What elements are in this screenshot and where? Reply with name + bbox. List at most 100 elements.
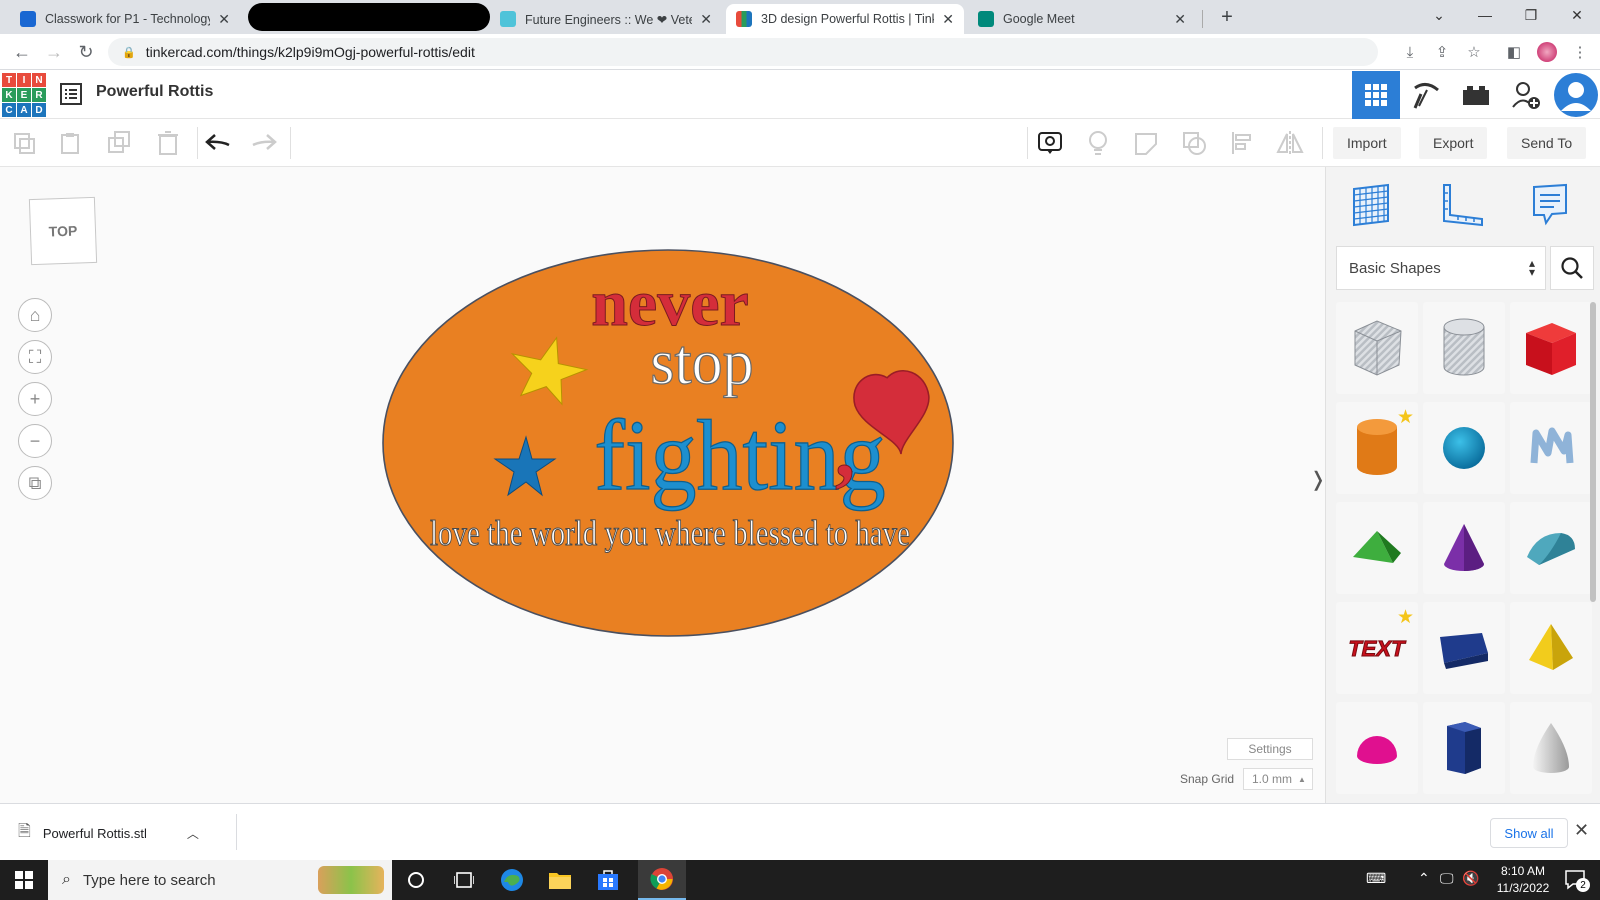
tab-tinkercad[interactable]: 3D design Powerful Rottis | Tinke ✕ (726, 4, 964, 34)
design-title[interactable]: Powerful Rottis (96, 83, 213, 101)
install-app-icon[interactable]: ⤓ (1400, 42, 1420, 62)
notes-speech-bubble-icon[interactable] (1034, 127, 1066, 159)
minimize-icon[interactable]: — (1462, 0, 1508, 30)
ortho-view-icon[interactable]: ⧉ (18, 466, 52, 500)
store-icon[interactable] (584, 860, 632, 900)
bookmark-star-icon[interactable]: ☆ (1464, 42, 1484, 62)
address-bar[interactable]: 🔒 tinkercad.com/things/k2lp9i9mOgj-power… (108, 38, 1378, 66)
close-window-icon[interactable]: ✕ (1554, 0, 1600, 30)
forward-arrow-icon[interactable]: → (42, 40, 66, 64)
share-icon[interactable]: ⇪ (1432, 42, 1452, 62)
system-clock[interactable]: 8:10 AM 11/3/2022 (1488, 863, 1558, 897)
shape-cylinder-hole[interactable] (1423, 302, 1505, 394)
workplane-grid-icon[interactable] (1348, 181, 1394, 227)
notifications-icon[interactable]: 2 (1564, 868, 1590, 892)
file-explorer-icon[interactable] (536, 860, 584, 900)
browser-menu-icon[interactable]: ⋮ (1570, 42, 1590, 62)
import-button[interactable]: Import (1333, 127, 1401, 159)
close-tab-icon[interactable]: ✕ (1174, 11, 1186, 28)
taskbar-search-box[interactable]: ⌕ Type here to search (48, 860, 392, 900)
home-view-icon[interactable]: ⌂ (18, 298, 52, 332)
view-cube[interactable]: TOP (28, 196, 98, 266)
duplicate-icon[interactable] (104, 127, 136, 159)
ungroup-shapes-icon[interactable] (1178, 127, 1210, 159)
show-all-button[interactable]: Show all (1490, 818, 1568, 848)
shape-box-hole[interactable] (1336, 302, 1418, 394)
shape-search-button[interactable] (1550, 246, 1594, 290)
undo-icon[interactable] (202, 127, 234, 159)
shape-paraboloid[interactable] (1510, 702, 1592, 794)
export-button[interactable]: Export (1419, 127, 1488, 159)
bricks-icon[interactable] (1452, 71, 1500, 119)
redo-icon[interactable] (248, 127, 280, 159)
shape-pyramid[interactable] (1510, 602, 1592, 694)
new-tab-plus-icon[interactable]: + (1214, 4, 1240, 30)
shape-text[interactable]: TEXT ★ (1336, 602, 1418, 694)
light-bulb-icon[interactable] (1082, 127, 1114, 159)
shape-cylinder[interactable]: ★ (1336, 402, 1418, 494)
pickaxe-icon[interactable] (1402, 71, 1450, 119)
network-icon[interactable]: 🖵 (1440, 870, 1454, 887)
shape-library-select[interactable]: Basic Shapes ▴ ▾ (1336, 246, 1546, 290)
timeline-icon[interactable] (440, 860, 488, 900)
close-tab-icon[interactable]: ✕ (942, 11, 954, 28)
design-model[interactable]: never stop fighting , love the world you… (380, 249, 960, 639)
volume-muted-icon[interactable]: 🔇 (1462, 870, 1479, 887)
notes-icon[interactable] (1528, 181, 1574, 227)
back-arrow-icon[interactable]: ← (10, 40, 34, 64)
mirror-flip-icon[interactable] (1274, 127, 1306, 159)
zoom-out-icon[interactable]: − (18, 424, 52, 458)
restore-icon[interactable]: ❐ (1508, 0, 1554, 30)
text-comma[interactable]: , (835, 407, 856, 496)
delete-trash-icon[interactable] (152, 127, 184, 159)
task-view-icon[interactable] (392, 860, 440, 900)
shape-polygon[interactable] (1423, 702, 1505, 794)
text-stop[interactable]: stop (650, 324, 755, 398)
design-list-icon[interactable] (60, 83, 82, 105)
chrome-browser-icon[interactable] (638, 860, 686, 900)
edge-browser-icon[interactable] (488, 860, 536, 900)
settings-button[interactable]: Settings (1227, 738, 1313, 760)
reload-icon[interactable]: ↻ (74, 40, 98, 64)
redacted-tab[interactable] (248, 3, 490, 31)
shape-cone[interactable] (1423, 502, 1505, 594)
paste-icon[interactable] (54, 127, 86, 159)
3d-design-grid-icon[interactable] (1352, 71, 1400, 119)
shape-round-roof[interactable] (1510, 502, 1592, 594)
side-panel-icon[interactable]: ◧ (1504, 42, 1524, 62)
send-to-button[interactable]: Send To (1507, 127, 1587, 159)
chevron-up-icon[interactable]: ︿ (187, 825, 199, 842)
close-tab-icon[interactable]: ✕ (218, 11, 230, 28)
shape-scribble[interactable] (1510, 402, 1592, 494)
invite-user-icon[interactable] (1502, 71, 1550, 119)
tab-google-meet[interactable]: Google Meet ✕ (968, 4, 1196, 34)
user-avatar-icon[interactable] (1552, 71, 1600, 119)
panel-scrollbar[interactable] (1590, 302, 1596, 602)
profile-avatar[interactable] (1537, 42, 1557, 62)
workplane-canvas[interactable]: TOP ⌂ ⛶ + − ⧉ never stop fighting , love… (0, 167, 1327, 803)
shape-box[interactable] (1510, 302, 1592, 394)
shape-sphere[interactable] (1423, 402, 1505, 494)
text-love-the-world[interactable]: love the world you where blessed to have (430, 513, 911, 554)
tab-future-engineers[interactable]: Future Engineers :: We ❤ Vetera ✕ (490, 4, 722, 34)
copy-icon[interactable] (8, 127, 40, 159)
keyboard-icon[interactable]: ⌨ (1366, 870, 1386, 887)
align-icon[interactable] (1226, 127, 1258, 159)
fit-view-icon[interactable]: ⛶ (18, 340, 52, 374)
shape-roof[interactable] (1336, 502, 1418, 594)
snap-grid-select[interactable]: 1.0 mm ▲ (1243, 768, 1313, 790)
shape-half-sphere[interactable] (1336, 702, 1418, 794)
shape-wedge[interactable] (1423, 602, 1505, 694)
close-tab-icon[interactable]: ✕ (700, 11, 712, 28)
group-shapes-icon[interactable] (1130, 127, 1162, 159)
download-item[interactable]: 🗎 Powerful Rottis.stl ︿ (18, 820, 199, 847)
show-hidden-icons-chevron-up-icon[interactable]: ⌃ (1418, 870, 1430, 887)
tab-search-chevron-down-icon[interactable]: ⌄ (1416, 0, 1462, 30)
tinkercad-logo[interactable]: T I N K E R C A D (2, 73, 46, 117)
collapse-panel-chevron-icon[interactable]: ❭ (1310, 459, 1327, 499)
tab-classwork[interactable]: Classwork for P1 - Technology - \ ✕ (10, 4, 240, 34)
ruler-icon[interactable] (1438, 181, 1484, 227)
windows-start-icon[interactable] (0, 860, 48, 900)
close-download-bar-icon[interactable]: ✕ (1574, 820, 1589, 841)
zoom-in-icon[interactable]: + (18, 382, 52, 416)
